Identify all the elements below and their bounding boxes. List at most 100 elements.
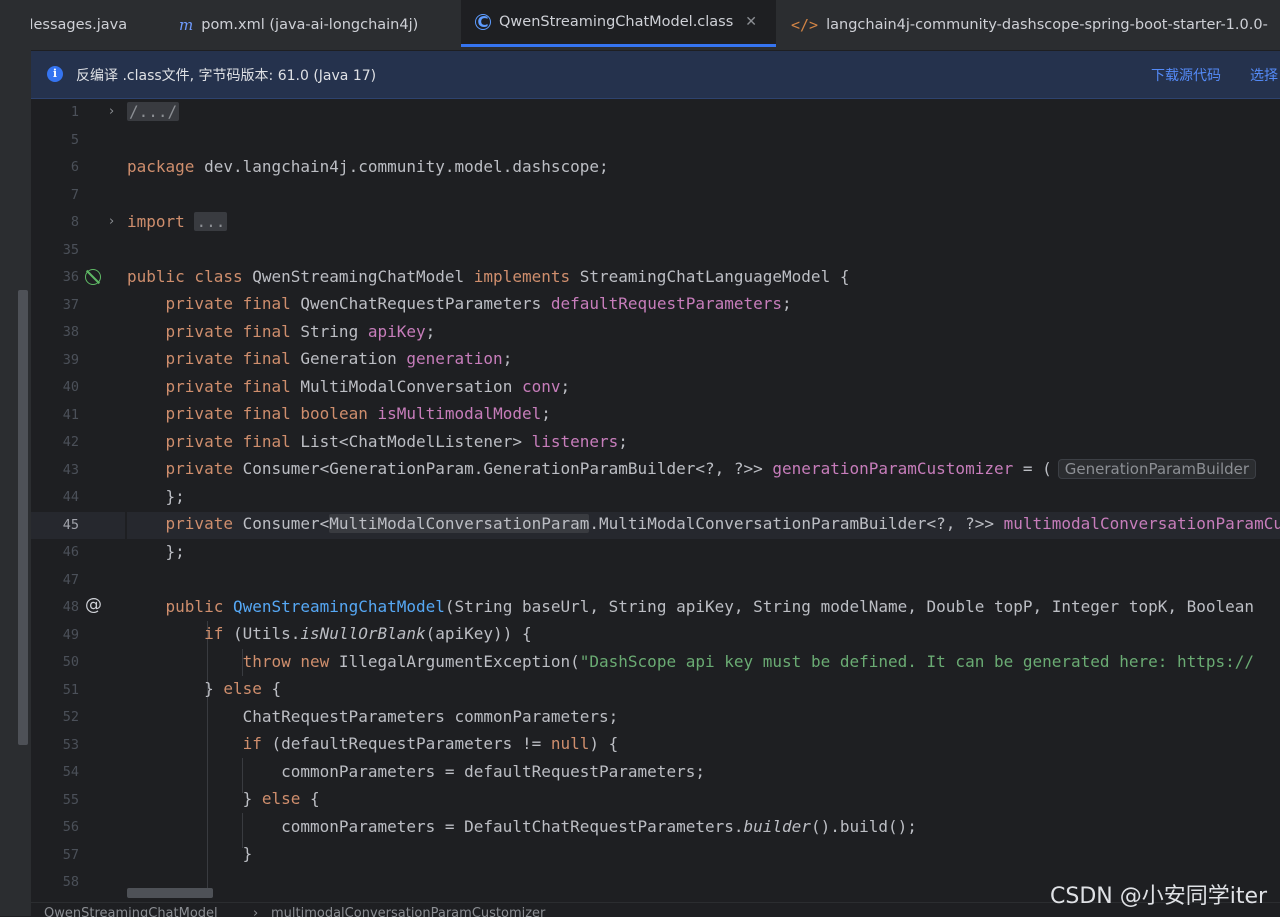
field: multimodalConversationParamCustomizer bbox=[1003, 514, 1280, 533]
code-line-44: }; bbox=[127, 487, 185, 506]
implements-icon[interactable] bbox=[85, 269, 101, 285]
code-text: (apiKey)) { bbox=[425, 624, 532, 643]
xml-icon: </> bbox=[791, 16, 819, 34]
fold-expand-icon[interactable]: › bbox=[109, 104, 114, 119]
code-text: } bbox=[242, 789, 262, 808]
field: conv bbox=[521, 377, 561, 396]
code-line-56: commonParameters = DefaultChatRequestPar… bbox=[127, 817, 917, 836]
field: generation bbox=[406, 349, 503, 368]
keyword: if bbox=[242, 734, 262, 753]
line-number[interactable]: 42 bbox=[31, 434, 79, 450]
line-number[interactable]: 40 bbox=[31, 379, 79, 395]
line-number[interactable]: 7 bbox=[31, 187, 79, 203]
line-number[interactable]: 8 bbox=[31, 214, 79, 230]
line-number[interactable]: 48 bbox=[31, 599, 79, 615]
code-line-41: private final boolean isMultimodalModel; bbox=[127, 404, 551, 423]
tab-starter-pom[interactable]: </> langchain4j-community-dashscope-spri… bbox=[791, 0, 1280, 50]
line-number[interactable]: 58 bbox=[31, 874, 79, 890]
collapsed-imports[interactable]: ... bbox=[194, 212, 228, 231]
line-number[interactable]: 39 bbox=[31, 352, 79, 368]
fold-expand-icon[interactable]: › bbox=[109, 214, 114, 229]
code-text: }; bbox=[165, 542, 185, 561]
code-line-52: ChatRequestParameters commonParameters; bbox=[127, 707, 619, 726]
line-number[interactable]: 44 bbox=[31, 489, 79, 505]
breadcrumb-class[interactable]: QwenStreamingChatModel bbox=[44, 906, 218, 917]
chevron-right-icon: › bbox=[253, 906, 259, 917]
decompiled-banner: i 反编译 .class文件, 字节码版本: 61.0 (Java 17) 下载… bbox=[31, 51, 1280, 99]
banner-text: 反编译 .class文件, 字节码版本: 61.0 (Java 17) bbox=[76, 68, 377, 84]
code-line-6: package dev.langchain4j.community.model.… bbox=[127, 157, 609, 176]
type: Generation bbox=[290, 349, 407, 368]
field: defaultRequestParameters bbox=[550, 294, 783, 313]
tab-qwen-class[interactable]: C QwenStreamingChatModel.class ✕ bbox=[461, 0, 776, 47]
line-number[interactable]: 45 bbox=[31, 517, 79, 533]
constructor-name: QwenStreamingChatModel bbox=[232, 597, 445, 616]
close-icon[interactable]: ✕ bbox=[745, 14, 757, 30]
code-line-43: private Consumer<GenerationParam.Generat… bbox=[127, 459, 1257, 479]
string-literal: "DashScope api key must be defined. It c… bbox=[579, 652, 1255, 671]
line-number[interactable]: 43 bbox=[31, 462, 79, 478]
collapsed-comment[interactable]: /.../ bbox=[127, 102, 180, 121]
line-number[interactable]: 50 bbox=[31, 654, 79, 670]
code-text: dev.langchain4j.community.model.dashscop… bbox=[194, 157, 609, 176]
line-number[interactable]: 38 bbox=[31, 324, 79, 340]
code-editor[interactable]: 1 5 6 7 8 35 36 37 38 39 40 41 42 43 44 45 46 47 48 49 50 51 5… bbox=[31, 99, 1280, 902]
code-line-51: } else { bbox=[127, 679, 281, 698]
line-number[interactable]: 47 bbox=[31, 572, 79, 588]
line-number[interactable]: 57 bbox=[31, 847, 79, 863]
keyword: implements bbox=[473, 267, 571, 286]
breadcrumb-field[interactable]: multimodalConversationParamCustomizer bbox=[271, 906, 545, 917]
line-number[interactable]: 37 bbox=[31, 297, 79, 313]
type: MultiModalConversation bbox=[290, 377, 522, 396]
code-text: ().build(); bbox=[810, 817, 917, 836]
code-line-50: throw new IllegalArgumentException("Dash… bbox=[127, 652, 1254, 671]
type: .MultiModalConversationParamBuilder<?, ?… bbox=[589, 514, 1004, 533]
code-line-36: public class QwenStreamingChatModel impl… bbox=[127, 267, 849, 286]
line-number[interactable]: 52 bbox=[31, 709, 79, 725]
code-text: ) { bbox=[589, 734, 619, 753]
line-number[interactable]: 1 bbox=[31, 104, 79, 120]
line-number[interactable]: 49 bbox=[31, 627, 79, 643]
type: Consumer<GenerationParam.GenerationParam… bbox=[232, 459, 773, 478]
field: generationParamCustomizer bbox=[772, 459, 1014, 478]
code-text: commonParameters = DefaultChatRequestPar… bbox=[281, 817, 744, 836]
line-number[interactable]: 46 bbox=[31, 544, 79, 560]
class-name: QwenStreamingChatModel bbox=[242, 267, 474, 286]
tab-pom-xml[interactable]: m pom.xml (java-ai-longchain4j) bbox=[179, 0, 449, 50]
code-text: }; bbox=[165, 487, 185, 506]
code-line-8: import ... bbox=[127, 212, 228, 231]
line-number[interactable]: 53 bbox=[31, 737, 79, 753]
keyword: private final bbox=[165, 404, 291, 423]
keyword: null bbox=[550, 734, 590, 753]
method-call: isNullOrBlank bbox=[300, 624, 426, 643]
tab-messages-java[interactable]: Messages.java bbox=[31, 0, 161, 50]
keyword: import bbox=[127, 212, 185, 231]
line-number[interactable]: 41 bbox=[31, 407, 79, 423]
left-scrollbar-thumb[interactable] bbox=[18, 290, 28, 745]
code-text: { bbox=[300, 789, 320, 808]
code-text: (String baseUrl, String apiKey, String m… bbox=[444, 597, 1255, 616]
keyword: package bbox=[127, 157, 195, 176]
keyword: private bbox=[165, 514, 233, 533]
download-sources-link[interactable]: 下载源代码 bbox=[1151, 65, 1221, 85]
line-number[interactable]: 5 bbox=[31, 132, 79, 148]
code-text: ; bbox=[502, 349, 513, 368]
choose-sources-link[interactable]: 选择 bbox=[1250, 65, 1278, 85]
line-number[interactable]: 51 bbox=[31, 682, 79, 698]
code-text: { bbox=[261, 679, 282, 698]
code-area[interactable]: /.../ package dev.langchain4j.community.… bbox=[127, 99, 1280, 902]
line-number[interactable]: 35 bbox=[31, 242, 79, 258]
inlay-hint[interactable]: GenerationParamBuilder bbox=[1057, 459, 1257, 479]
code-text: = ( bbox=[1013, 459, 1052, 478]
keyword: public class bbox=[127, 267, 243, 286]
type: Consumer< bbox=[232, 514, 330, 533]
field: apiKey bbox=[367, 322, 426, 341]
type: String bbox=[290, 322, 368, 341]
horizontal-scrollbar-thumb[interactable] bbox=[127, 888, 213, 898]
line-number[interactable]: 6 bbox=[31, 159, 79, 175]
line-number[interactable]: 55 bbox=[31, 792, 79, 808]
line-number[interactable]: 36 bbox=[31, 269, 79, 285]
annotation-icon[interactable]: @ bbox=[85, 595, 102, 615]
line-number[interactable]: 54 bbox=[31, 764, 79, 780]
line-number[interactable]: 56 bbox=[31, 819, 79, 835]
